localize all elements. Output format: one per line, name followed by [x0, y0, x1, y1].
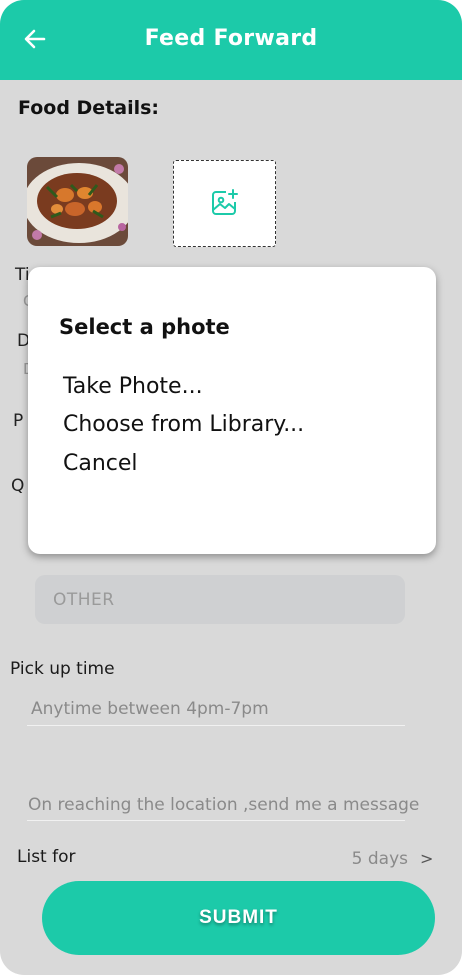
cancel-option[interactable]: Cancel — [63, 451, 138, 476]
food-photo-thumbnail[interactable] — [27, 157, 128, 246]
select-photo-dialog: Select a phote Take Phote... Choose from… — [28, 267, 436, 554]
add-photo-button[interactable] — [173, 160, 276, 247]
pickup-time-label: Pick up time — [10, 659, 115, 679]
list-for-label: List for — [17, 847, 76, 867]
price-label-peek: P — [13, 411, 24, 431]
pickup-time-underline — [27, 725, 405, 726]
choose-from-library-option[interactable]: Choose from Library... — [63, 412, 304, 437]
app-header: Feed Forward — [0, 0, 462, 80]
list-for-value[interactable]: 5 days — [352, 849, 408, 869]
instructions-input[interactable]: On reaching the location ,send me a mess… — [28, 795, 419, 815]
image-add-icon — [212, 189, 238, 215]
submit-button[interactable]: SUBMIT — [42, 881, 435, 955]
pickup-time-input[interactable]: Anytime between 4pm-7pm — [31, 699, 269, 719]
food-details-title: Food Details: — [18, 97, 160, 119]
other-option-label: OTHER — [53, 590, 115, 610]
dialog-title: Select a phote — [59, 315, 230, 339]
quantity-label-peek: Q — [11, 476, 25, 496]
submit-label: SUBMIT — [199, 907, 278, 928]
app-screen: Feed Forward Food Details: Ti C D D — [0, 0, 462, 975]
other-option-button[interactable]: OTHER — [35, 575, 405, 624]
chevron-right-icon[interactable]: > — [420, 849, 433, 868]
page-title: Feed Forward — [144, 26, 318, 51]
instructions-underline — [27, 820, 405, 821]
take-photo-option[interactable]: Take Phote... — [63, 374, 203, 399]
